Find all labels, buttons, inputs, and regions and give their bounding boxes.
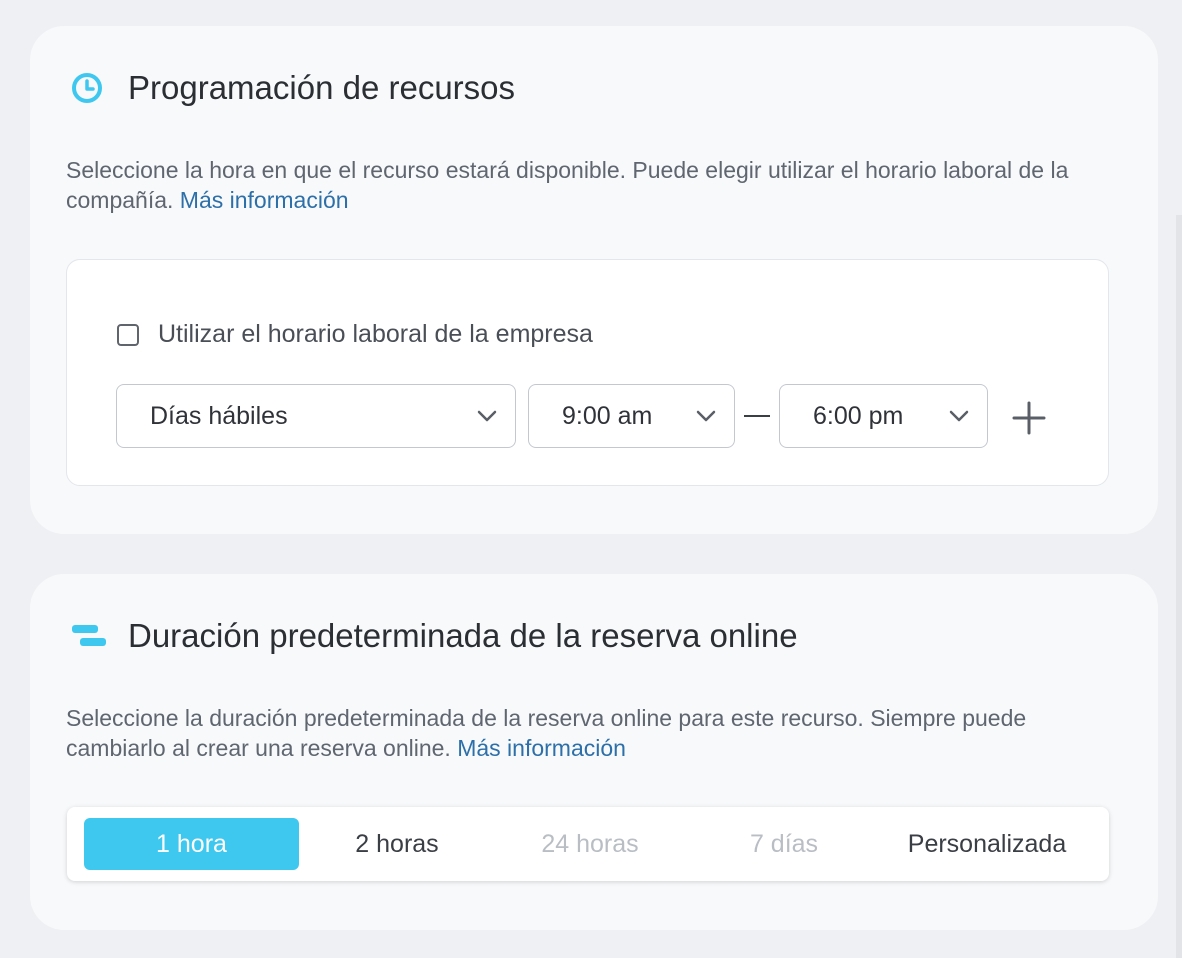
duration-option-1-hour[interactable]: 1 hora (84, 818, 299, 870)
end-time-value: 6:00 pm (813, 401, 904, 430)
chevron-down-icon (477, 410, 497, 422)
time-range-separator (744, 415, 770, 417)
scrollbar-track[interactable] (1176, 215, 1182, 958)
days-select-value: Días hábiles (150, 401, 288, 430)
start-time-value: 9:00 am (562, 401, 653, 430)
more-info-link[interactable]: Más información (180, 187, 349, 213)
duration-option-7-days: 7 días (749, 829, 819, 858)
duration-segmented-control: 1 hora 2 horas 24 horas 7 días Personali… (67, 807, 1109, 881)
resource-schedule-title: Programación de recursos (128, 69, 516, 106)
booking-duration-header: Duración predeterminada de la reserva on… (70, 614, 798, 658)
duration-option-2-hours[interactable]: 2 horas (303, 818, 491, 870)
duration-option-24-hours: 24 horas (541, 829, 639, 858)
booking-duration-description: Seleccione la duración predeterminada de… (66, 703, 1126, 763)
duration-bars-icon (70, 616, 110, 656)
use-company-hours-checkbox[interactable] (117, 323, 139, 346)
use-company-hours-option[interactable]: Utilizar el horario laboral de la empres… (117, 320, 593, 349)
chevron-down-icon (949, 410, 969, 422)
booking-duration-title: Duración predeterminada de la reserva on… (128, 617, 798, 654)
duration-option-custom[interactable]: Personalizada (887, 818, 1087, 870)
chevron-down-icon (696, 410, 716, 422)
booking-duration-card: Duración predeterminada de la reserva on… (30, 574, 1158, 930)
plus-icon[interactable] (1011, 400, 1047, 436)
resource-schedule-description: Seleccione la hora en que el recurso est… (66, 155, 1126, 215)
resource-schedule-card: Programación de recursos Seleccione la h… (30, 26, 1158, 534)
schedule-settings-box: Utilizar el horario laboral de la empres… (66, 259, 1109, 486)
start-time-select[interactable]: 9:00 am (528, 384, 735, 448)
days-select[interactable]: Días hábiles (116, 384, 516, 448)
more-info-link[interactable]: Más información (457, 735, 626, 761)
resource-schedule-header: Programación de recursos (70, 66, 515, 110)
use-company-hours-label: Utilizar el horario laboral de la empres… (158, 320, 593, 348)
end-time-select[interactable]: 6:00 pm (779, 384, 988, 448)
clock-icon (70, 68, 110, 108)
